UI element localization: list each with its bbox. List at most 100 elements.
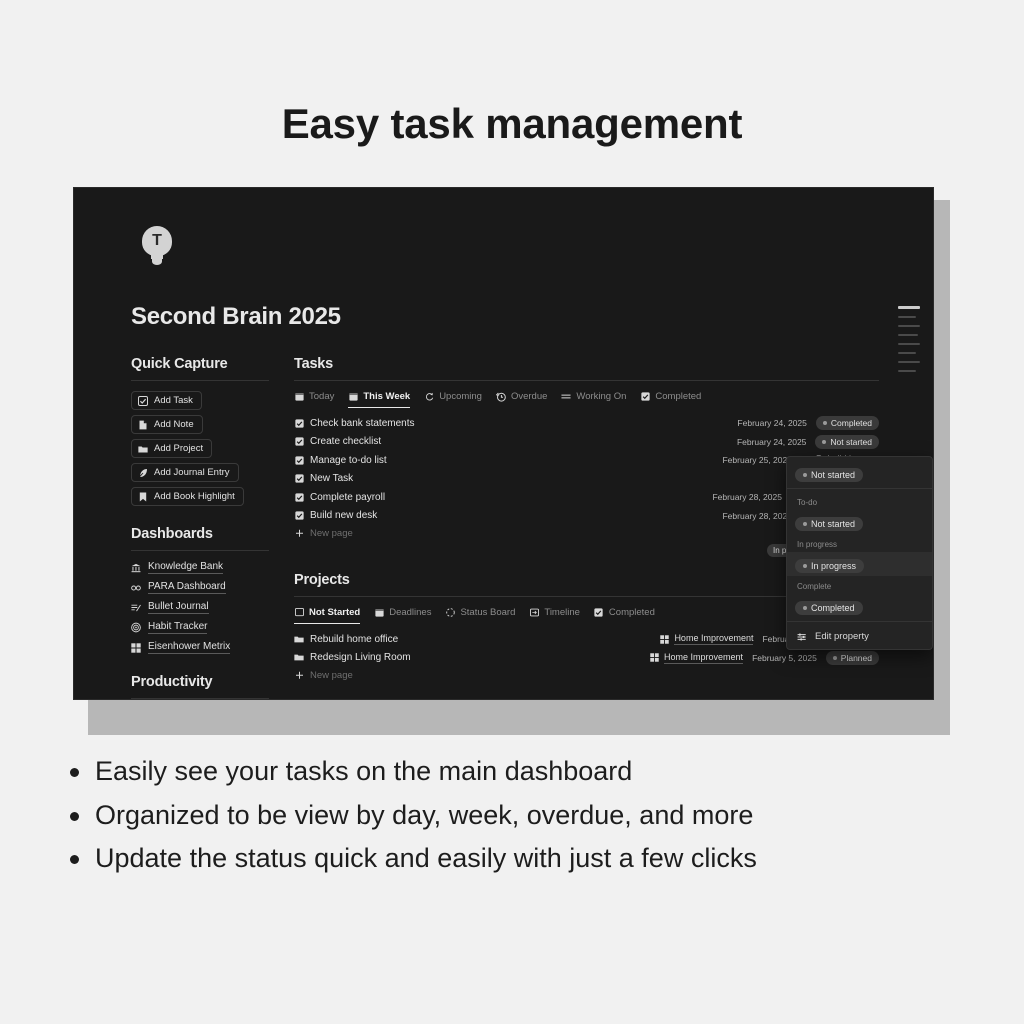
toc-marker[interactable] (898, 334, 918, 336)
checkbox-icon[interactable] (294, 437, 304, 447)
lightbulb-icon: T (142, 226, 172, 256)
calendar-icon (294, 392, 304, 402)
tab-label: Status Board (460, 607, 516, 618)
sidebar-item-label: Habit Tracker (148, 621, 208, 634)
divider (787, 621, 932, 622)
sliders-icon (797, 632, 807, 642)
tab-this-week[interactable]: This Week (348, 391, 411, 408)
tab-projects-completed[interactable]: Completed (594, 607, 655, 624)
toc-marker[interactable] (898, 325, 920, 327)
add-note-button[interactable]: Add Note (131, 415, 203, 434)
project-title: Rebuild home office (310, 633, 399, 645)
status-label: In progress (811, 561, 857, 571)
tab-upcoming[interactable]: Upcoming (424, 391, 482, 408)
status-badge: Not started (795, 517, 864, 531)
checkbox-icon[interactable] (294, 474, 304, 484)
new-page-label: New page (310, 670, 353, 681)
checkbox-icon[interactable] (294, 418, 304, 428)
toc-marker[interactable] (898, 316, 916, 318)
status-label: Completed (830, 418, 872, 429)
table-row[interactable]: Check bank statements February 24, 2025 … (294, 414, 879, 433)
sidebar-item-para-dashboard[interactable]: PARA Dashboard (131, 581, 269, 594)
status-group-label: To-do (797, 498, 818, 507)
checkbox-icon (138, 395, 148, 406)
add-task-button[interactable]: Add Task (131, 391, 202, 410)
dashboards-heading: Dashboards (131, 526, 213, 542)
grid-icon (649, 653, 659, 663)
table-of-contents-rail[interactable] (898, 306, 920, 372)
tab-today[interactable]: Today (294, 391, 334, 408)
status-group-label: In progress (797, 540, 838, 549)
checkbox-icon[interactable] (294, 511, 304, 521)
timeline-icon (529, 608, 539, 618)
tab-label: Completed (608, 607, 655, 618)
sidebar-item-knowledge-bank[interactable]: Knowledge Bank (131, 561, 269, 574)
table-row[interactable]: Create checklist February 24, 2025 Not s… (294, 433, 879, 452)
board-icon (294, 608, 304, 618)
tab-status-board[interactable]: Status Board (445, 607, 515, 624)
tab-overdue[interactable]: Overdue (495, 391, 547, 408)
task-title: Check bank statements (310, 417, 415, 429)
status-badge[interactable]: Not started (815, 434, 879, 449)
sidebar-item-bullet-journal[interactable]: Bullet Journal (131, 601, 269, 614)
toc-marker[interactable] (898, 343, 920, 345)
task-date: February 28, 2025 (722, 510, 792, 521)
status-selected-row[interactable]: Not started (787, 461, 932, 485)
checkbox-icon[interactable] (294, 492, 304, 502)
button-label: Add Project (154, 443, 204, 454)
tab-working-on[interactable]: Working On (561, 391, 626, 408)
app-logo: T (140, 226, 174, 266)
list-item: Organized to be view by day, week, overd… (70, 794, 970, 838)
sidebar-item-eisenhower-metrix[interactable]: Eisenhower Metrix (131, 641, 269, 654)
status-badge[interactable]: Planned (825, 650, 879, 665)
status-label: Planned (840, 652, 872, 663)
project-date: February 5, 2025 (752, 652, 817, 663)
sidebar-item-habit-tracker[interactable]: Habit Tracker (131, 621, 269, 634)
button-label: Add Journal Entry (154, 467, 230, 478)
grid-icon (131, 642, 141, 653)
status-badge: Not started (795, 468, 864, 482)
project-tag[interactable]: Home Improvement (659, 633, 754, 646)
add-project-button[interactable]: Add Project (131, 439, 213, 458)
status-badge: Completed (795, 601, 863, 615)
toc-marker[interactable] (898, 361, 920, 363)
divider (787, 488, 932, 489)
status-option-completed[interactable]: Completed (787, 594, 932, 618)
tab-timeline[interactable]: Timeline (529, 607, 580, 624)
toc-marker[interactable] (898, 370, 916, 372)
app-window: T Second Brain 2025 Quick Capture Add Ta… (73, 187, 934, 700)
sidebar-item-label: Knowledge Bank (148, 561, 224, 574)
tag-label: Home Improvement (674, 633, 754, 646)
status-dropdown-menu[interactable]: Not started To-do Not started In progres… (786, 456, 933, 650)
status-badge[interactable]: Completed (815, 416, 879, 431)
bullet-dot (70, 768, 79, 777)
projects-new-page-button[interactable]: New page (294, 667, 879, 684)
dashboards-list: Knowledge Bank PARA Dashboard Bullet Jou… (131, 561, 269, 654)
task-date: February 24, 2025 (737, 418, 807, 429)
tab-deadlines[interactable]: Deadlines (374, 607, 431, 624)
tasks-tabs: Today This Week Upcoming Overdue Working… (294, 391, 879, 408)
bullet-dot (70, 811, 79, 821)
add-journal-entry-button[interactable]: Add Journal Entry (131, 463, 239, 482)
add-book-highlight-button[interactable]: Add Book Highlight (131, 487, 244, 506)
edit-property-button[interactable]: Edit property (787, 625, 932, 649)
status-option-in-progress[interactable]: In progress (787, 552, 932, 576)
tab-not-started[interactable]: Not Started (294, 607, 361, 624)
tab-completed[interactable]: Completed (640, 391, 701, 408)
status-label: Completed (811, 603, 855, 613)
tab-label: Today (309, 391, 335, 402)
calendar-icon (374, 608, 384, 618)
toc-marker-active[interactable] (898, 306, 920, 309)
table-row[interactable]: Redesign Living Room Home Improvement Fe… (294, 649, 879, 668)
quick-capture-buttons: Add Task Add Note Add Project Add Journa… (131, 391, 269, 506)
quick-capture-heading: Quick Capture (131, 356, 228, 372)
status-option-not-started[interactable]: Not started (787, 510, 932, 534)
plus-icon (294, 529, 304, 539)
project-tag[interactable]: Home Improvement (649, 652, 744, 664)
button-label: Add Note (154, 419, 194, 430)
toc-marker[interactable] (898, 352, 916, 354)
tab-label: Not Started (309, 607, 361, 618)
checkbox-icon[interactable] (294, 455, 304, 465)
folder-icon (294, 653, 304, 663)
plus-icon (294, 671, 304, 681)
